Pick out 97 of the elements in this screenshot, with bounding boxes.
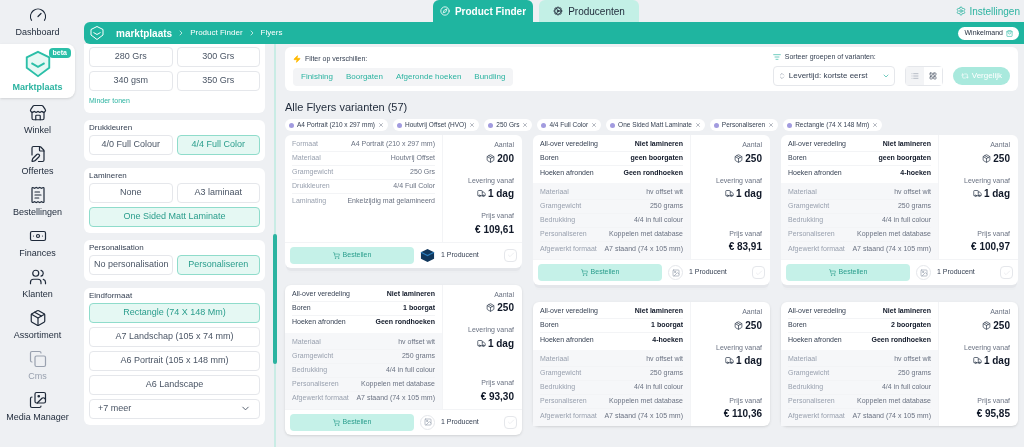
quantity-value: 200 bbox=[497, 151, 514, 166]
nav-item[interactable]: Assortiment bbox=[0, 306, 75, 344]
filter-title: Eindformaat bbox=[89, 290, 134, 301]
close-icon[interactable] bbox=[469, 122, 476, 128]
tab[interactable]: Producenten bbox=[539, 0, 639, 22]
truck-icon bbox=[724, 189, 734, 198]
price-value: € 95,85 bbox=[976, 407, 1010, 421]
receipt-icon bbox=[28, 186, 47, 204]
compare-checkbox[interactable] bbox=[1000, 266, 1013, 279]
cog-icon bbox=[553, 6, 564, 16]
option-button[interactable]: 4/0 Full Colour bbox=[89, 134, 173, 155]
cart-icon bbox=[332, 418, 340, 426]
option-button[interactable]: A6 Landscape bbox=[89, 374, 260, 395]
quantity-value: 250 bbox=[745, 318, 762, 333]
cart-icon bbox=[828, 269, 836, 276]
package-icon bbox=[982, 320, 992, 330]
nav-item[interactable]: Winkel bbox=[0, 101, 75, 139]
quantity-value: 250 bbox=[993, 318, 1010, 333]
check-icon bbox=[1002, 268, 1011, 277]
package-icon bbox=[28, 309, 47, 327]
compare-icon bbox=[960, 71, 969, 80]
cart-icon bbox=[332, 251, 340, 259]
updown-icon bbox=[777, 71, 786, 80]
price-value: € 83,91 bbox=[728, 240, 762, 254]
quantity-value: 250 bbox=[993, 151, 1010, 166]
delivery-value: 1 dag bbox=[983, 354, 1010, 368]
filter-title: Lamineren bbox=[89, 170, 128, 181]
cart-icon bbox=[580, 269, 588, 276]
option-button[interactable]: 300 Grs bbox=[176, 47, 260, 67]
truck-icon bbox=[476, 189, 486, 198]
cube-logo-icon bbox=[420, 247, 435, 263]
truck-icon bbox=[972, 189, 982, 198]
price-value: € 109,61 bbox=[475, 222, 514, 237]
option-button[interactable]: A3 laminaat bbox=[176, 182, 260, 203]
bag-icon bbox=[1006, 29, 1013, 37]
quantity-value: 250 bbox=[745, 151, 762, 166]
stacked-cards-icon bbox=[28, 350, 47, 368]
sort-select[interactable]: Levertijd: kortste eerst bbox=[772, 65, 895, 86]
compare-checkbox[interactable] bbox=[504, 248, 517, 262]
close-icon[interactable] bbox=[522, 122, 529, 128]
option-button[interactable]: 350 Grs bbox=[176, 71, 260, 91]
gauge-icon bbox=[28, 6, 47, 24]
grid-icon bbox=[928, 71, 937, 80]
option-button[interactable]: 340 gsm bbox=[89, 71, 173, 91]
package-icon bbox=[734, 153, 744, 163]
settings-icon bbox=[956, 6, 967, 16]
check-icon bbox=[506, 251, 515, 259]
price-value: € 93,30 bbox=[480, 389, 514, 404]
shield-logo-icon bbox=[89, 25, 105, 41]
option-button[interactable]: A7 Landschap (105 x 74 mm) bbox=[89, 326, 260, 347]
package-icon bbox=[734, 320, 744, 330]
delivery-value: 1 dag bbox=[735, 354, 762, 368]
option-button[interactable]: None bbox=[89, 182, 173, 203]
check-icon bbox=[506, 418, 515, 426]
compass-icon bbox=[439, 6, 450, 16]
results-title: Alle Flyers varianten (57) bbox=[285, 99, 409, 115]
close-icon[interactable] bbox=[694, 122, 701, 128]
nav-item[interactable]: Finances bbox=[0, 224, 75, 262]
option-button[interactable]: A6 Portrait (105 x 148 mm) bbox=[89, 350, 260, 371]
quantity-value: 250 bbox=[497, 301, 514, 315]
compare-checkbox[interactable] bbox=[752, 266, 765, 279]
truck-icon bbox=[972, 356, 982, 365]
close-icon[interactable] bbox=[872, 122, 879, 128]
delivery-value: 1 dag bbox=[487, 336, 514, 351]
option-button[interactable]: No personalisation bbox=[89, 254, 173, 275]
nav-item[interactable]: Klanten bbox=[0, 265, 75, 303]
option-button[interactable]: 280 Grs bbox=[89, 47, 173, 67]
nav-item[interactable]: Offertes bbox=[0, 142, 75, 180]
price-value: € 100,97 bbox=[971, 240, 1010, 254]
package-icon bbox=[982, 153, 992, 163]
package-icon bbox=[486, 153, 496, 163]
price-value: € 110,36 bbox=[723, 407, 762, 421]
more-dropdown[interactable]: +7 meer bbox=[89, 398, 260, 419]
delivery-value: 1 dag bbox=[983, 187, 1010, 201]
sort-icon bbox=[772, 53, 781, 62]
truck-icon bbox=[724, 356, 734, 365]
list-icon bbox=[910, 71, 919, 80]
filter-title: Personalisation bbox=[89, 242, 145, 253]
store-icon bbox=[28, 104, 47, 122]
close-icon[interactable] bbox=[768, 122, 775, 128]
bolt-icon bbox=[293, 55, 301, 64]
delivery-value: 1 dag bbox=[487, 187, 514, 201]
close-icon[interactable] bbox=[378, 122, 385, 128]
users-icon bbox=[28, 268, 47, 286]
check-icon bbox=[754, 268, 763, 277]
truck-icon bbox=[476, 338, 486, 348]
nav-item[interactable]: Bestellingen bbox=[0, 183, 75, 221]
nav-item[interactable]: Dashboard bbox=[0, 3, 75, 41]
images-icon bbox=[28, 391, 47, 409]
compare-checkbox[interactable] bbox=[504, 415, 517, 429]
delivery-value: 1 dag bbox=[735, 187, 762, 201]
pen-file-icon bbox=[28, 145, 47, 163]
package-icon bbox=[486, 303, 496, 312]
list-view-button[interactable] bbox=[905, 66, 924, 85]
close-icon[interactable] bbox=[591, 122, 598, 128]
nav-item[interactable]: Media Manager bbox=[0, 388, 75, 426]
filter-title: Drukkleuren bbox=[89, 122, 134, 133]
